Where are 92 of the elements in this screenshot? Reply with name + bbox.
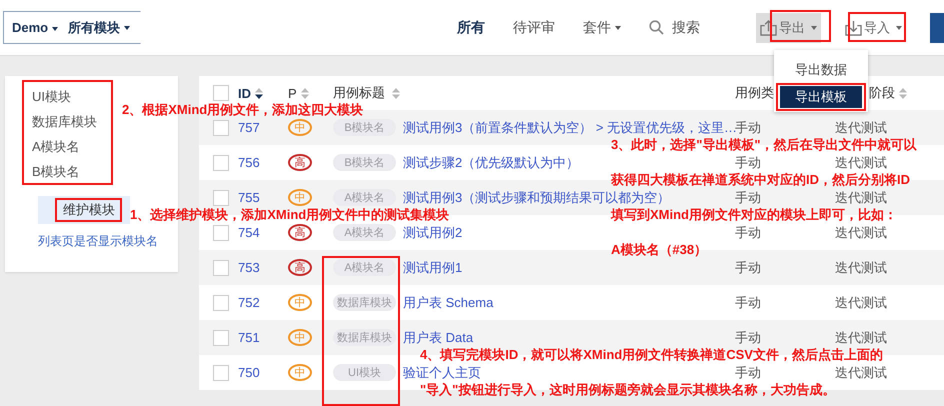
case-title-link[interactable]: 测试用例1 (403, 258, 462, 276)
case-id[interactable]: 755 (238, 190, 260, 205)
case-id[interactable]: 757 (238, 120, 260, 135)
annotation-line: 3、此时，选择"导出模板"，然后在导出文件中就可以 (611, 137, 917, 153)
row-checkbox[interactable] (213, 330, 229, 346)
case-id[interactable]: 751 (238, 330, 260, 345)
module-selector[interactable]: 所有模块 (68, 18, 130, 36)
highlight-frame (770, 10, 831, 42)
nav-tab[interactable]: 所有 (457, 18, 486, 36)
highlight-frame (848, 12, 906, 42)
row-checkbox[interactable] (213, 154, 229, 170)
case-type: 手动 (735, 188, 761, 206)
case-stage: 迭代测试 (835, 188, 887, 206)
module-item[interactable]: UI模块 (32, 84, 71, 109)
case-type: 手动 (735, 294, 761, 312)
case-type: 手动 (735, 154, 761, 172)
annotation-line: 1、选择维护模块，添加XMind用例文件中的测试集模块 (130, 207, 450, 223)
select-all-checkbox[interactable] (213, 85, 229, 101)
annotation-line: "导入"按钮进行导入，这时用例标题旁就会显示其模块名称，大功告成。 (420, 382, 836, 398)
row-checkbox[interactable] (213, 224, 229, 240)
annotation-line: 4、填写完模块ID，就可以将XMind用例文件转换禅道CSV文件，然后点击上面的 (420, 347, 883, 363)
case-stage: 迭代测试 (835, 118, 887, 136)
case-stage: 迭代测试 (835, 364, 887, 382)
row-checkbox[interactable] (213, 294, 229, 310)
nav-tab[interactable]: 套件 (583, 18, 622, 36)
annotation-line: 2、根据XMind用例文件，添加这四大模块 (122, 102, 364, 118)
case-stage: 迭代测试 (835, 294, 887, 312)
column-header[interactable]: 用例标题 (333, 84, 385, 102)
module-item[interactable]: A模块名 (32, 134, 80, 159)
module-tag: A模块名 (333, 189, 396, 206)
priority-badge: 中 (288, 189, 312, 206)
case-type: 手动 (735, 118, 761, 136)
show-module-name-link[interactable]: 列表页是否显示模块名 (38, 233, 158, 250)
export-button[interactable]: 导出 (756, 12, 821, 42)
highlight-frame (55, 198, 122, 222)
case-title-link[interactable]: 用户表 Data (403, 328, 474, 346)
module-tag: B模块名 (333, 154, 396, 171)
case-title-link[interactable]: 测试步骤2（优先级默认为中） (403, 154, 580, 172)
priority-badge: 高 (288, 224, 312, 241)
row-checkbox[interactable] (213, 190, 229, 206)
sort-icon[interactable] (255, 88, 263, 98)
priority-badge: 中 (288, 119, 312, 136)
case-stage: 迭代测试 (835, 154, 887, 172)
menu-item[interactable]: 导出模板 (780, 86, 862, 108)
module-tag: UI模块 (333, 364, 396, 381)
case-stage: 迭代测试 (835, 258, 887, 276)
annotation-line: A模块名（#38） (611, 242, 708, 258)
module-tag: A模块名 (333, 259, 396, 276)
primary-button[interactable] (930, 12, 944, 42)
priority-badge: 中 (288, 329, 312, 346)
search-link[interactable]: 搜索 (672, 18, 700, 36)
column-header[interactable]: ID (238, 86, 251, 100)
download-icon (845, 20, 862, 36)
module-tag: 数据库模块 (333, 329, 396, 346)
case-title-link[interactable]: 测试用例3（测试步骤和预期结果可以都为空） (403, 188, 670, 206)
case-id[interactable]: 754 (238, 225, 260, 240)
case-id[interactable]: 753 (238, 260, 260, 275)
case-id[interactable]: 756 (238, 155, 260, 170)
case-stage: 迭代测试 (835, 328, 887, 346)
case-type: 手动 (735, 364, 761, 382)
module-tag: 数据库模块 (333, 294, 396, 311)
case-id[interactable]: 750 (238, 365, 260, 380)
column-header[interactable]: 阶段 (869, 84, 895, 102)
priority-badge: 中 (288, 364, 312, 381)
case-title-link[interactable]: 用户表 Schema (403, 294, 494, 312)
case-type: 手动 (735, 224, 761, 242)
case-type: 手动 (735, 328, 761, 346)
column-header[interactable]: P (288, 86, 297, 100)
priority-badge: 中 (288, 294, 312, 311)
project-selector[interactable]: Demo (12, 20, 58, 35)
upload-icon (760, 20, 777, 36)
nav-tab[interactable]: 待评审 (513, 18, 556, 36)
import-button[interactable]: 导入 (841, 12, 906, 42)
annotation-line: 填写到XMind用例文件对应的模块上即可，比如： (611, 207, 897, 223)
case-title-link[interactable]: 测试用例2 (403, 224, 462, 242)
menu-item[interactable]: 导出数据 (780, 59, 862, 81)
module-item[interactable]: B模块名 (32, 159, 80, 184)
case-stage: 迭代测试 (835, 224, 887, 242)
module-tag: A模块名 (333, 224, 396, 241)
case-id[interactable]: 752 (238, 295, 260, 310)
case-type: 手动 (735, 258, 761, 276)
row-checkbox[interactable] (213, 260, 229, 276)
annotation-line: 获得四大模板在禅道系统中对应的ID，然后分别将ID (611, 172, 910, 188)
column-header[interactable]: 用例类 (735, 84, 774, 102)
priority-badge: 高 (288, 154, 312, 171)
case-title-link[interactable]: 验证个人主页 (403, 364, 481, 382)
module-tag: B模块名 (333, 119, 396, 136)
priority-badge: 高 (288, 259, 312, 276)
row-checkbox[interactable] (213, 364, 229, 380)
search-icon[interactable] (649, 20, 664, 35)
module-item[interactable]: 数据库模块 (32, 109, 97, 134)
row-checkbox[interactable] (213, 120, 229, 136)
